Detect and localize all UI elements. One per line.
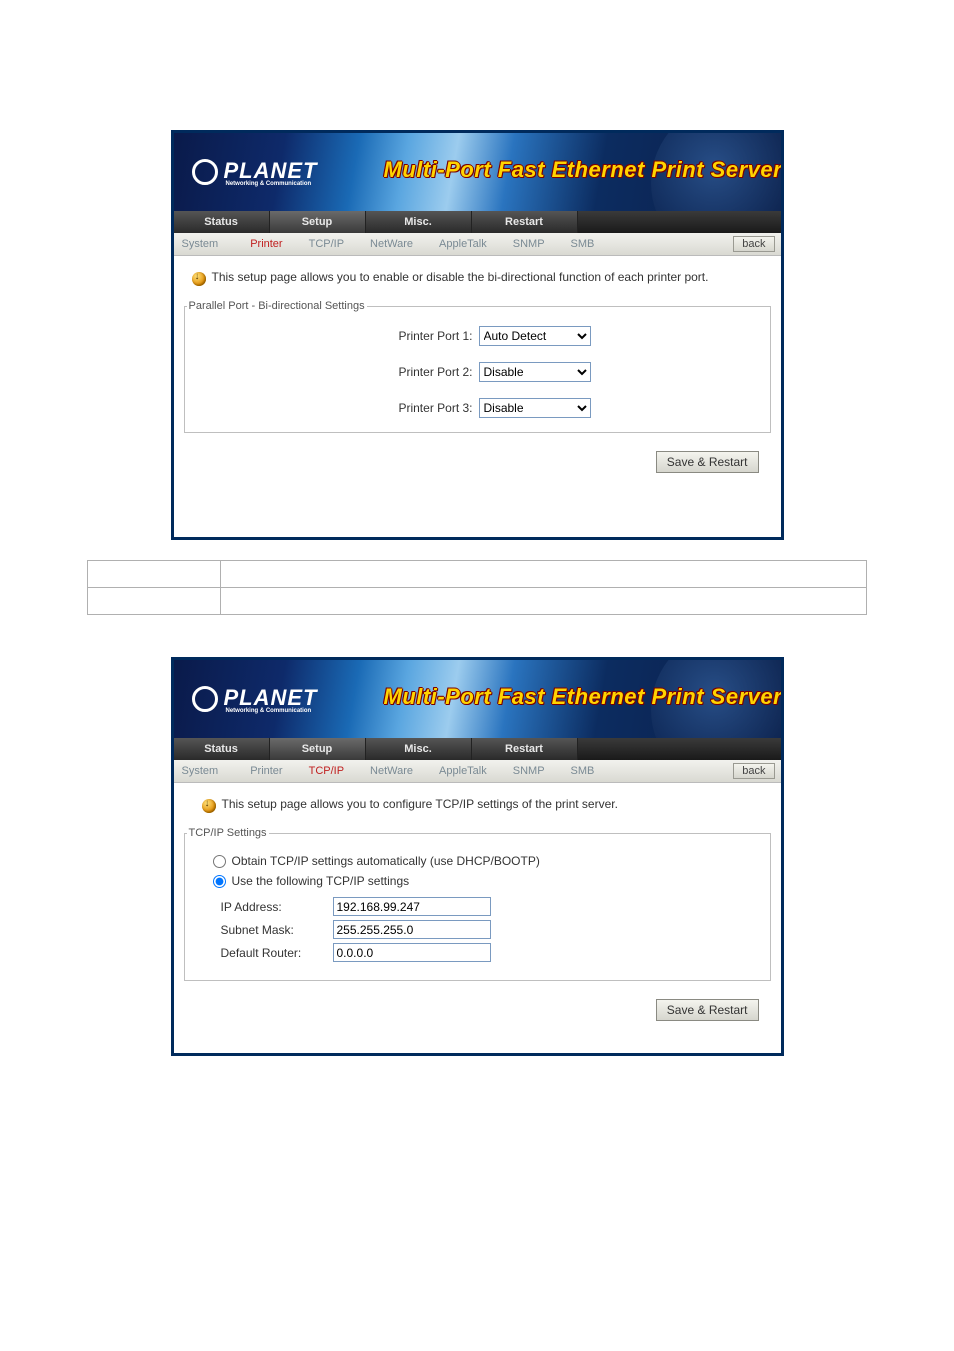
logo: PLANET Networking & Communication	[192, 685, 318, 714]
main-tabs: Status Setup Misc. Restart	[174, 211, 781, 233]
radio-dhcp[interactable]	[213, 855, 226, 868]
tab-misc[interactable]: Misc.	[366, 211, 472, 233]
subnav-netware[interactable]: NetWare	[370, 238, 413, 250]
subnav-system[interactable]: System	[182, 238, 219, 250]
subnav-appletalk[interactable]: AppleTalk	[439, 238, 487, 250]
fieldset-legend: Parallel Port - Bi-directional Settings	[187, 300, 367, 312]
tab-spacer	[578, 738, 781, 760]
definition-table	[87, 560, 867, 615]
default-router-row: Default Router:	[221, 943, 762, 962]
radio-dhcp-row[interactable]: Obtain TCP/IP settings automatically (us…	[193, 851, 762, 871]
port3-row: Printer Port 3: Disable	[193, 398, 762, 418]
printer-setup-window: PLANET Networking & Communication Multi-…	[171, 130, 784, 540]
tab-setup[interactable]: Setup	[270, 738, 366, 760]
tcpip-setup-window: PLANET Networking & Communication Multi-…	[171, 657, 784, 1056]
port1-select[interactable]: Auto Detect	[479, 326, 591, 346]
table-cell	[88, 561, 221, 588]
info-message: This setup page allows you to enable or …	[184, 270, 771, 286]
save-restart-button[interactable]: Save & Restart	[656, 451, 759, 473]
subnav-snmp[interactable]: SNMP	[513, 765, 545, 777]
save-restart-button[interactable]: Save & Restart	[656, 999, 759, 1021]
info-icon	[202, 799, 216, 813]
tab-status[interactable]: Status	[174, 738, 270, 760]
sub-nav: System Printer TCP/IP NetWare AppleTalk …	[174, 760, 781, 783]
ip-address-label: IP Address:	[221, 900, 333, 914]
ip-address-input[interactable]	[333, 897, 491, 916]
subnav-tcpip[interactable]: TCP/IP	[309, 238, 344, 250]
sub-nav: System Printer TCP/IP NetWare AppleTalk …	[174, 233, 781, 256]
radio-dhcp-label: Obtain TCP/IP settings automatically (us…	[232, 854, 540, 868]
port3-label: Printer Port 3:	[193, 401, 479, 415]
subnet-mask-row: Subnet Mask:	[221, 920, 762, 939]
subnav-netware[interactable]: NetWare	[370, 765, 413, 777]
banner: PLANET Networking & Communication Multi-…	[174, 133, 781, 211]
radio-static[interactable]	[213, 875, 226, 888]
radio-static-row[interactable]: Use the following TCP/IP settings	[193, 871, 762, 891]
logo-text: PLANET	[224, 158, 318, 183]
subnet-mask-input[interactable]	[333, 920, 491, 939]
radio-static-label: Use the following TCP/IP settings	[232, 874, 410, 888]
back-button[interactable]: back	[733, 236, 774, 252]
subnav-printer[interactable]: Printer	[250, 238, 282, 250]
info-text: This setup page allows you to configure …	[222, 797, 618, 811]
default-router-label: Default Router:	[221, 946, 333, 960]
subnav-printer[interactable]: Printer	[250, 765, 282, 777]
table-cell	[221, 561, 867, 588]
logo-subtext: Networking & Communication	[226, 181, 318, 187]
info-text: This setup page allows you to enable or …	[212, 270, 709, 284]
table-row	[88, 561, 867, 588]
tab-spacer	[578, 211, 781, 233]
logo: PLANET Networking & Communication	[192, 158, 318, 187]
banner-title: Multi-Port Fast Ethernet Print Server	[384, 157, 781, 183]
port1-label: Printer Port 1:	[193, 329, 479, 343]
table-cell	[88, 588, 221, 615]
main-tabs: Status Setup Misc. Restart	[174, 738, 781, 760]
info-message: This setup page allows you to configure …	[184, 797, 771, 813]
tab-setup[interactable]: Setup	[270, 211, 366, 233]
tab-misc[interactable]: Misc.	[366, 738, 472, 760]
subnav-smb[interactable]: SMB	[571, 765, 595, 777]
default-router-input[interactable]	[333, 943, 491, 962]
logo-ring-icon	[192, 159, 218, 185]
subnav-system[interactable]: System	[182, 765, 219, 777]
tab-restart[interactable]: Restart	[472, 738, 578, 760]
port2-label: Printer Port 2:	[193, 365, 479, 379]
tcpip-fieldset: TCP/IP Settings Obtain TCP/IP settings a…	[184, 827, 771, 981]
back-button[interactable]: back	[733, 763, 774, 779]
subnav-tcpip[interactable]: TCP/IP	[309, 765, 344, 777]
ip-address-row: IP Address:	[221, 897, 762, 916]
tab-restart[interactable]: Restart	[472, 211, 578, 233]
banner: PLANET Networking & Communication Multi-…	[174, 660, 781, 738]
port2-select[interactable]: Disable	[479, 362, 591, 382]
fieldset-legend: TCP/IP Settings	[187, 827, 269, 839]
table-cell	[221, 588, 867, 615]
port2-row: Printer Port 2: Disable	[193, 362, 762, 382]
tab-status[interactable]: Status	[174, 211, 270, 233]
subnav-smb[interactable]: SMB	[571, 238, 595, 250]
bidirectional-fieldset: Parallel Port - Bi-directional Settings …	[184, 300, 771, 433]
logo-text: PLANET	[224, 685, 318, 710]
banner-title: Multi-Port Fast Ethernet Print Server	[384, 684, 781, 710]
subnet-mask-label: Subnet Mask:	[221, 923, 333, 937]
subnav-snmp[interactable]: SNMP	[513, 238, 545, 250]
logo-ring-icon	[192, 686, 218, 712]
logo-subtext: Networking & Communication	[226, 708, 318, 714]
info-icon	[192, 272, 206, 286]
port3-select[interactable]: Disable	[479, 398, 591, 418]
subnav-appletalk[interactable]: AppleTalk	[439, 765, 487, 777]
table-row	[88, 588, 867, 615]
port1-row: Printer Port 1: Auto Detect	[193, 326, 762, 346]
